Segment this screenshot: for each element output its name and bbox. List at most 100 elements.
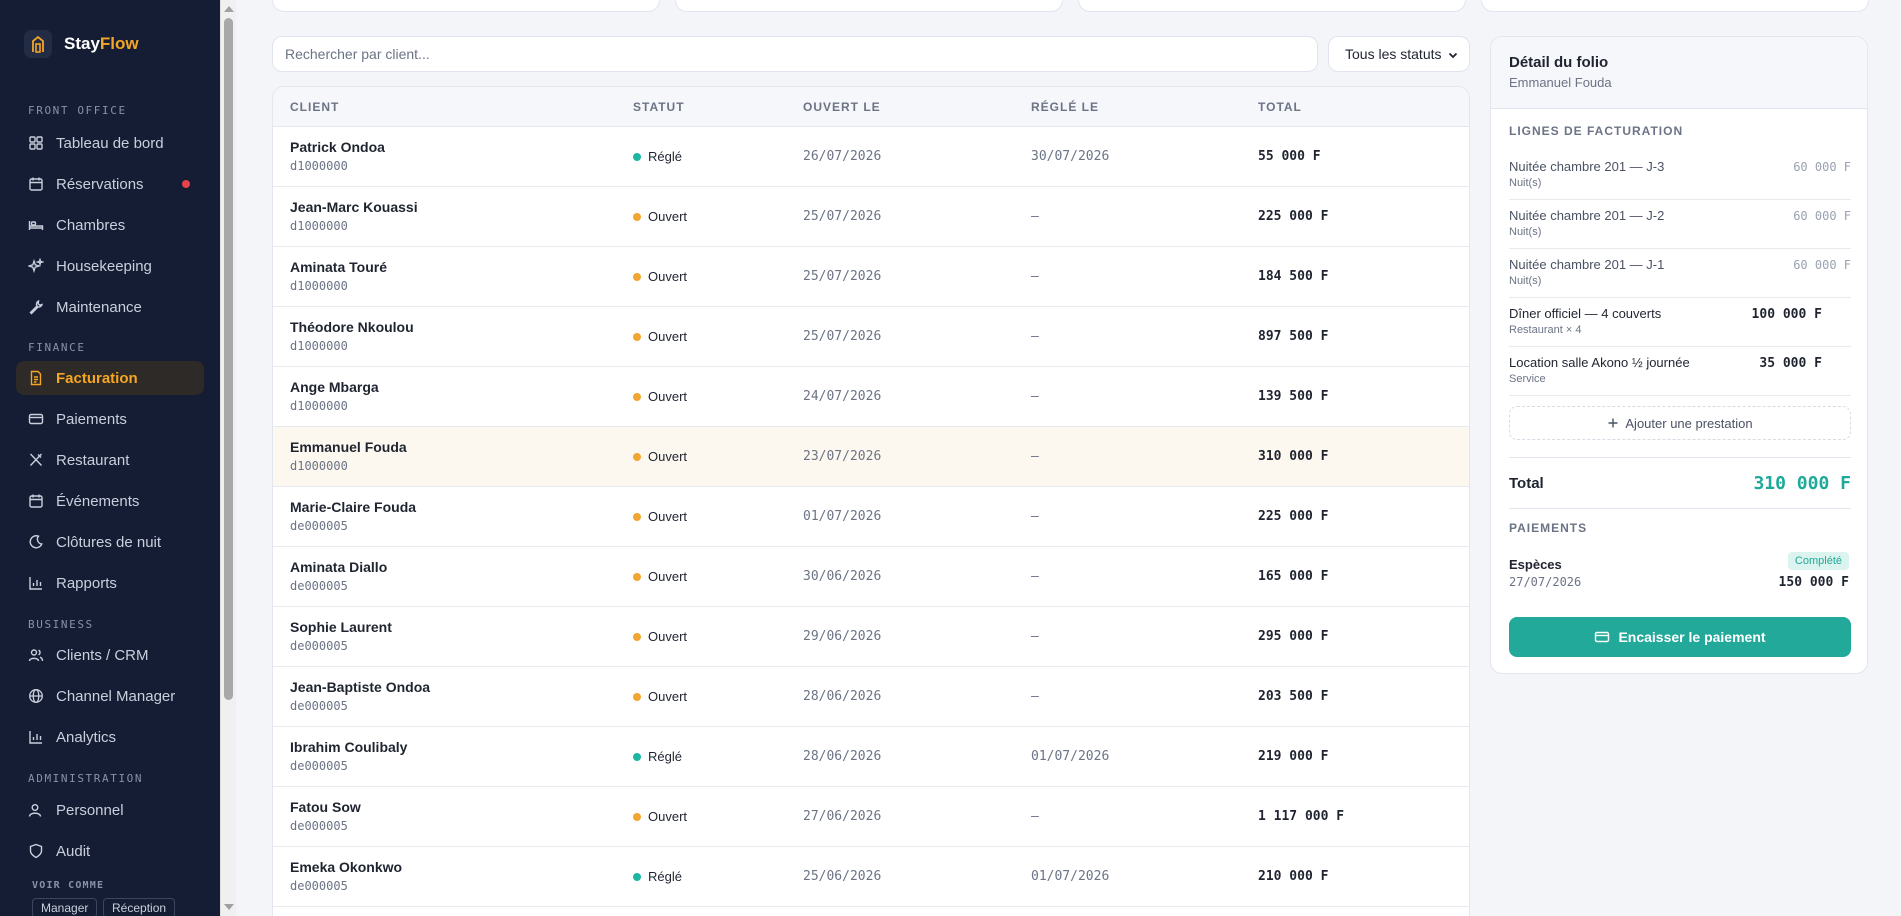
- settled-date: —: [1031, 209, 1039, 224]
- column-header-opened[interactable]: OUVERT LE: [803, 100, 881, 114]
- sidebar-item-crm[interactable]: Clients / CRM: [16, 638, 204, 672]
- status-label: Ouvert: [648, 269, 688, 284]
- page-scrollbar[interactable]: [220, 0, 236, 916]
- status-label: Ouvert: [648, 809, 688, 824]
- table-row[interactable]: Marie-Claire Fouda de000005 Ouvert 01/07/20…: [273, 487, 1469, 547]
- settled-date: —: [1031, 449, 1039, 464]
- sidebar-item-events[interactable]: Événements: [16, 484, 204, 518]
- settled-date: 01/07/2026: [1031, 869, 1110, 884]
- table-row[interactable]: Aminata Diallo de000005 Ouvert 30/06/2026 — 1…: [273, 547, 1469, 607]
- billing-lines-heading: LIGNES DE FACTURATION: [1509, 124, 1684, 138]
- billing-line-category: Nuit(s): [1509, 275, 1542, 287]
- client-name: Ibrahim Coulibaly: [290, 739, 408, 755]
- sidebar-item-label: Facturation: [56, 369, 138, 387]
- table-row[interactable]: Sophie Laurent de000005 Ouvert 29/06/2026 — 2…: [273, 607, 1469, 667]
- opened-date: 25/06/2026: [803, 869, 882, 884]
- table-row[interactable]: Emeka Okonkwo de000005 Réglé 25/06/2026 01/0…: [273, 847, 1469, 907]
- settled-date: 30/07/2026: [1031, 149, 1110, 164]
- table-row[interactable]: Jean-Marc Kouassi d1000000 Ouvert 25/07/202…: [273, 187, 1469, 247]
- sidebar-item-staff[interactable]: Personnel: [16, 793, 204, 827]
- status-cell: Ouvert: [633, 329, 687, 344]
- folio-ref: d1000000: [290, 219, 348, 233]
- nav-section-front-office: FRONT OFFICE: [28, 104, 127, 117]
- client-name: Jean-Baptiste Ondoa: [290, 679, 431, 695]
- table-row[interactable]: Fatou Sow de000005 Ouvert 27/06/2026 — 1 117 …: [273, 787, 1469, 847]
- table-row[interactable]: Ibrahim Coulibaly de000005 Réglé 28/06/2026…: [273, 727, 1469, 787]
- scroll-thumb[interactable]: [224, 18, 233, 700]
- billing-line[interactable]: Location salle Akono ½ journée Service 35 …: [1509, 347, 1851, 396]
- add-service-button[interactable]: Ajouter une prestation: [1509, 406, 1851, 440]
- folio-ref: d1000000: [290, 459, 348, 473]
- status-filter-select[interactable]: Tous les statuts: [1328, 36, 1470, 72]
- search-input[interactable]: [272, 36, 1318, 72]
- opened-date: 28/06/2026: [803, 749, 882, 764]
- client-name: Emeka Okonkwo: [290, 859, 403, 875]
- status-label: Ouvert: [648, 449, 688, 464]
- status-dot: [633, 212, 641, 221]
- brand[interactable]: StayFlow: [24, 30, 139, 58]
- sidebar-item-channel-manager[interactable]: Channel Manager: [16, 679, 204, 713]
- folio-ref: de000005: [290, 819, 348, 833]
- opened-date: 25/07/2026: [803, 269, 882, 284]
- table-row[interactable]: Emmanuel Fouda d1000000 Ouvert 23/07/2026 — 3…: [273, 427, 1469, 487]
- status-dot: [633, 632, 641, 641]
- sidebar-item-dashboard[interactable]: Tableau de bord: [16, 126, 204, 160]
- nav-section-business: BUSINESS: [28, 618, 94, 631]
- sidebar-item-label: Réservations: [56, 175, 144, 193]
- sidebar-item-rooms[interactable]: Chambres: [16, 208, 204, 242]
- table-row[interactable]: Aminata Touré d1000000 Ouvert 25/07/2026 — 18…: [273, 247, 1469, 307]
- billing-line-category: Restaurant × 4: [1509, 324, 1582, 336]
- column-header-client[interactable]: CLIENT: [290, 100, 339, 114]
- sidebar-item-analytics[interactable]: Analytics: [16, 720, 204, 754]
- client-name: Patrick Ondoa: [290, 139, 385, 155]
- billing-line[interactable]: Nuitée chambre 201 — J-3 Nuit(s) 60 000 F: [1509, 151, 1851, 200]
- billing-line-label: Dîner officiel — 4 couverts: [1509, 306, 1662, 321]
- status-dot: [633, 332, 641, 341]
- table-header: CLIENT STATUT OUVERT LE RÉGLÉ LE TOTAL: [273, 87, 1469, 127]
- opened-date: 25/07/2026: [803, 209, 882, 224]
- sidebar-item-reservations[interactable]: Réservations: [16, 167, 204, 201]
- client-name: Ange Mbarga: [290, 379, 379, 395]
- column-header-settled[interactable]: RÉGLÉ LE: [1031, 100, 1099, 114]
- total-amount: 310 000 F: [1753, 473, 1851, 494]
- status-label: Ouvert: [648, 689, 688, 704]
- sidebar-item-housekeeping[interactable]: Housekeeping: [16, 249, 204, 283]
- folio-total-row: Total 310 000 F: [1509, 457, 1851, 509]
- table-row[interactable]: Ange Mbarga d1000000 Ouvert 24/07/2026 — 139 …: [273, 367, 1469, 427]
- client-name: Fatou Sow: [290, 799, 361, 815]
- billing-line[interactable]: Nuitée chambre 201 — J-1 Nuit(s) 60 000 F: [1509, 249, 1851, 298]
- settled-date: —: [1031, 329, 1039, 344]
- collect-payment-button[interactable]: Encaisser le paiement: [1509, 617, 1851, 657]
- client-name: Emmanuel Fouda: [290, 439, 407, 455]
- column-header-status[interactable]: STATUT: [633, 100, 685, 114]
- plus-icon: [1608, 418, 1618, 428]
- table-row[interactable]: Théodore Nkoulou d1000000 Ouvert 25/07/2026…: [273, 307, 1469, 367]
- table-row[interactable]: Patrick Ondoa d1000000 Réglé 26/07/2026 30/0…: [273, 127, 1469, 187]
- sidebar-item-night-audit[interactable]: Clôtures de nuit: [16, 525, 204, 559]
- status-dot: [633, 572, 641, 581]
- sidebar-item-audit[interactable]: Audit: [16, 834, 204, 868]
- scroll-down-arrow-icon[interactable]: [224, 904, 234, 910]
- scroll-up-arrow-icon[interactable]: [224, 6, 234, 12]
- column-header-total[interactable]: TOTAL: [1258, 100, 1302, 114]
- sparkles-icon: [28, 258, 44, 274]
- sidebar-item-restaurant[interactable]: Restaurant: [16, 443, 204, 477]
- folio-total: 295 000 F: [1258, 629, 1329, 644]
- table-row[interactable]: Jean-Baptiste Ondoa de000005 Ouvert 28/06/2…: [273, 667, 1469, 727]
- status-label: Ouvert: [648, 629, 688, 644]
- sidebar-item-label: Maintenance: [56, 298, 142, 316]
- role-reception-button[interactable]: Réception: [103, 898, 176, 916]
- sidebar-item-payments[interactable]: Paiements: [16, 402, 204, 436]
- folio-total: 897 500 F: [1258, 329, 1329, 344]
- client-name: Aminata Touré: [290, 259, 387, 275]
- sidebar-item-reports[interactable]: Rapports: [16, 566, 204, 600]
- role-manager-button[interactable]: Manager: [32, 898, 98, 916]
- credit-card-icon: [1595, 631, 1610, 643]
- billing-line[interactable]: Nuitée chambre 201 — J-2 Nuit(s) 60 000 F: [1509, 200, 1851, 249]
- calendar-icon: [29, 177, 43, 191]
- status-dot: [633, 752, 641, 761]
- billing-line[interactable]: Dîner officiel — 4 couverts Restaurant × …: [1509, 298, 1851, 347]
- sidebar-item-billing[interactable]: Facturation: [16, 361, 204, 395]
- status-cell: Ouvert: [633, 629, 687, 644]
- sidebar-item-maintenance[interactable]: Maintenance: [16, 290, 204, 324]
